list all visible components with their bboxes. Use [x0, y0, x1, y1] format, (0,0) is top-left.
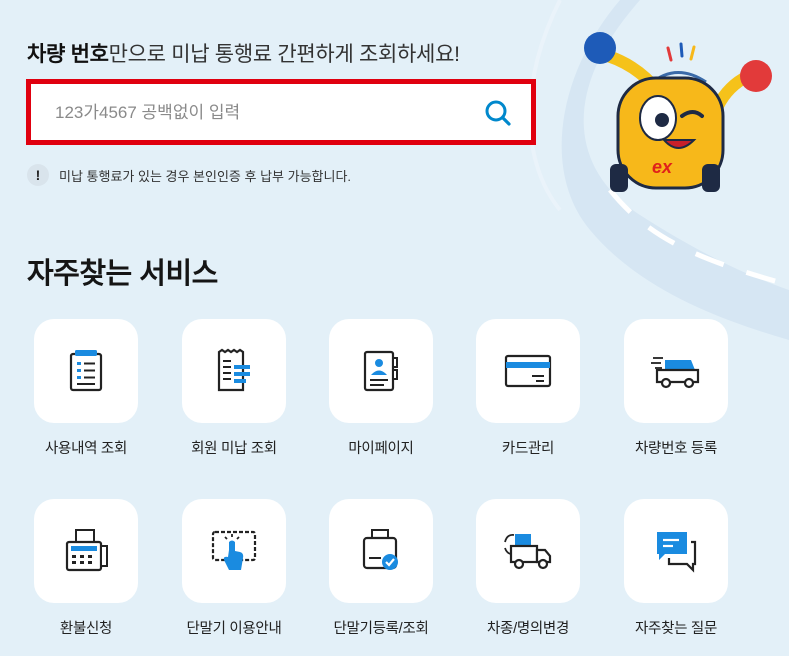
- service-usage-history[interactable]: 사용내역 조회: [34, 319, 138, 457]
- service-faq[interactable]: 자주찾는 질문: [624, 499, 728, 637]
- service-vehicle-type-change[interactable]: 차종/명의변경: [476, 499, 580, 637]
- notice-text: 미납 통행료가 있는 경우 본인인증 후 납부 가능합니다.: [59, 168, 352, 184]
- service-tile[interactable]: [476, 319, 580, 423]
- terminal-register-icon: [362, 529, 398, 570]
- service-tile[interactable]: [329, 319, 433, 423]
- service-tile[interactable]: [329, 499, 433, 603]
- credit-card-icon: [504, 354, 552, 388]
- refund-icon: [65, 529, 108, 572]
- service-label: 사용내역 조회: [45, 441, 127, 457]
- search-icon[interactable]: [483, 98, 513, 128]
- service-label: 마이페이지: [348, 441, 414, 457]
- service-label: 자주찾는 질문: [635, 621, 717, 637]
- service-vehicle-register[interactable]: 차량번호 등록: [624, 319, 728, 457]
- headline-bold: 차량 번호: [27, 43, 109, 66]
- car-register-icon: [651, 357, 700, 389]
- service-terminal-register[interactable]: 단말기등록/조회: [329, 499, 433, 637]
- service-terminal-guide[interactable]: 단말기 이용안내: [182, 499, 286, 637]
- vehicle-number-input[interactable]: [53, 84, 477, 142]
- service-tile[interactable]: [624, 499, 728, 603]
- service-tile[interactable]: [34, 319, 138, 423]
- service-label: 카드관리: [501, 441, 555, 457]
- page-headline: 차량 번호만으로 미납 통행료 간편하게 조회하세요!: [27, 38, 460, 68]
- service-tile[interactable]: [182, 319, 286, 423]
- service-tile[interactable]: [182, 499, 286, 603]
- receipt-icon: [217, 348, 250, 392]
- headline-text: 만으로 미납 통행료 간편하게 조회하세요!: [108, 43, 460, 66]
- mascot-illustration: ex: [584, 32, 772, 192]
- payment-notice: ! 미납 통행료가 있는 경우 본인인증 후 납부 가능합니다.: [27, 164, 351, 186]
- service-label: 단말기 이용안내: [186, 621, 282, 637]
- service-label: 차량번호 등록: [635, 441, 717, 457]
- touch-terminal-icon: [211, 530, 257, 570]
- service-card-management[interactable]: 카드관리: [476, 319, 580, 457]
- services-title: 자주찾는 서비스: [27, 258, 218, 290]
- service-my-page[interactable]: 마이페이지: [329, 319, 433, 457]
- truck-change-icon: [504, 533, 552, 570]
- chat-faq-icon: [657, 532, 697, 573]
- service-member-unpaid[interactable]: 회원 미납 조회: [182, 319, 286, 457]
- service-label: 회원 미납 조회: [191, 441, 277, 457]
- exclamation-icon: !: [27, 164, 49, 186]
- service-tile[interactable]: [624, 319, 728, 423]
- service-label: 차종/명의변경: [487, 621, 569, 637]
- usage-history-icon: [69, 350, 103, 392]
- service-refund[interactable]: 환불신청: [34, 499, 138, 637]
- profile-card-icon: [363, 350, 398, 392]
- service-label: 단말기등록/조회: [333, 621, 429, 637]
- service-label: 환불신청: [59, 621, 113, 637]
- vehicle-search-box: [26, 79, 536, 145]
- mascot-badge: ex: [652, 157, 673, 177]
- service-tile[interactable]: [476, 499, 580, 603]
- service-tile[interactable]: [34, 499, 138, 603]
